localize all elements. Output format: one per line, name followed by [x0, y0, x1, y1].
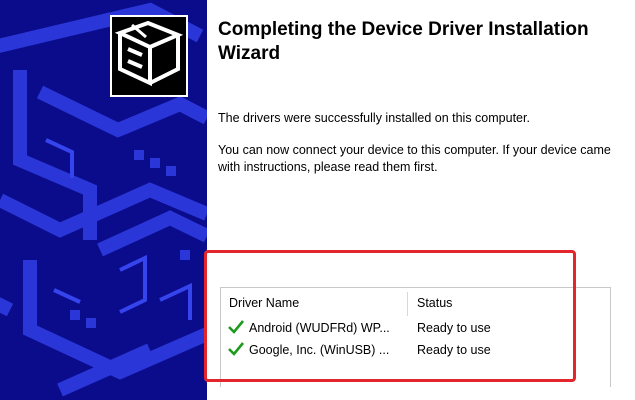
wizard-banner: [0, 0, 207, 400]
connect-device-message: You can now connect your device to this …: [218, 143, 611, 174]
wizard-title: Completing the Device Driver Installatio…: [218, 19, 589, 64]
driver-list-header: Driver Name Status: [221, 288, 610, 318]
checkmark-icon: [228, 342, 245, 356]
driver-name: Google, Inc. (WinUSB) ...: [249, 343, 390, 357]
driver-name: Android (WUDFRd) WP...: [249, 321, 390, 335]
driver-list: Driver Name Status Android (WUDFRd) WP..…: [220, 287, 611, 387]
driver-row[interactable]: Android (WUDFRd) WP... Ready to use: [221, 318, 610, 340]
driver-row[interactable]: Google, Inc. (WinUSB) ... Ready to use: [221, 340, 610, 362]
driver-status: Ready to use: [417, 321, 491, 335]
column-header-driver-name[interactable]: Driver Name: [229, 296, 299, 310]
checkmark-icon: [228, 320, 245, 334]
driver-installation-wizard: Completing the Device Driver Installatio…: [0, 0, 635, 400]
column-header-status[interactable]: Status: [417, 296, 452, 310]
success-message: The drivers were successfully installed …: [218, 111, 530, 125]
driver-status: Ready to use: [417, 343, 491, 357]
column-divider[interactable]: [407, 292, 408, 316]
hardware-logo-icon: [110, 15, 188, 97]
